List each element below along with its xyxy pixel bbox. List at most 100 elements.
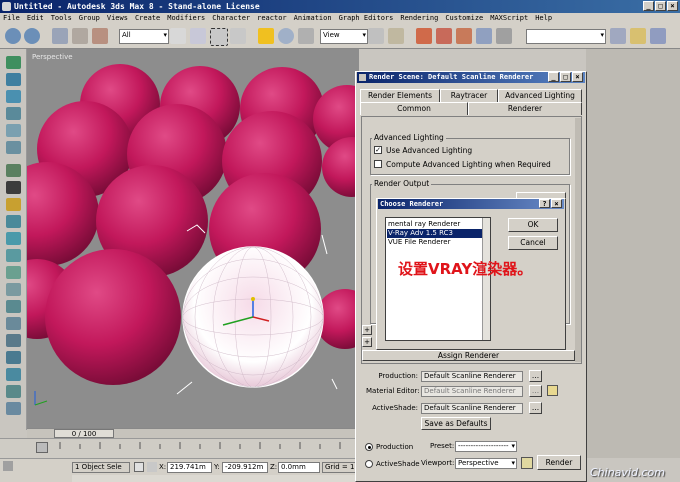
- expand-rollout-button[interactable]: +: [362, 337, 372, 347]
- track-bar[interactable]: [0, 438, 360, 458]
- select-and-move-icon[interactable]: [258, 28, 274, 44]
- modify-panel-icon[interactable]: [6, 73, 21, 86]
- perspective-viewport[interactable]: [27, 49, 359, 430]
- time-slider-thumb[interactable]: 0 / 100: [54, 429, 114, 438]
- menu-item-character[interactable]: Character: [212, 13, 250, 24]
- track-bar-icon[interactable]: [36, 442, 48, 453]
- reactor-fracture-icon[interactable]: [6, 368, 21, 381]
- geometry-icon[interactable]: [6, 164, 21, 177]
- time-slider[interactable]: 0 / 100: [27, 428, 359, 438]
- menu-item-create[interactable]: Create: [135, 13, 160, 24]
- cameras-icon[interactable]: [6, 215, 21, 228]
- menu-item-help[interactable]: Help: [535, 13, 552, 24]
- close-button[interactable]: ×: [667, 1, 678, 11]
- renderer-list-item[interactable]: V-Ray Adv 1.5 RC3: [387, 229, 488, 238]
- menu-item-file[interactable]: File: [3, 13, 20, 24]
- snaps-toggle-icon[interactable]: [416, 28, 432, 44]
- activeshade-radio[interactable]: [365, 460, 373, 468]
- menu-item-group[interactable]: Group: [79, 13, 100, 24]
- angle-snap-icon[interactable]: [436, 28, 452, 44]
- save-as-defaults-button[interactable]: Save as Defaults: [421, 417, 491, 430]
- minimize-button[interactable]: _: [643, 1, 654, 11]
- compute-advanced-lighting-checkbox[interactable]: [374, 160, 382, 168]
- absolute-mode-icon[interactable]: [147, 462, 157, 472]
- select-object-icon[interactable]: [170, 28, 186, 44]
- helpers-icon[interactable]: [6, 232, 21, 245]
- renderer-list-scrollbar[interactable]: [482, 218, 490, 340]
- rectangular-selection-icon[interactable]: [210, 28, 228, 46]
- renderer-list-item[interactable]: mental ray Renderer: [387, 220, 488, 229]
- use-advanced-lighting-checkbox[interactable]: ✓: [374, 146, 382, 154]
- select-and-manipulate-icon[interactable]: [388, 28, 404, 44]
- lock-icon[interactable]: [547, 385, 558, 396]
- production-radio[interactable]: [365, 443, 373, 451]
- menu-item-edit[interactable]: Edit: [27, 13, 44, 24]
- curve-editor-icon[interactable]: [610, 28, 626, 44]
- reactor-water-icon[interactable]: [6, 351, 21, 364]
- use-pivot-center-icon[interactable]: [368, 28, 384, 44]
- activeshade-browse-button[interactable]: ...: [529, 402, 542, 414]
- menu-item-modifiers[interactable]: Modifiers: [167, 13, 205, 24]
- motion-panel-icon[interactable]: [6, 107, 21, 120]
- menu-item-tools[interactable]: Tools: [51, 13, 72, 24]
- menu-item-maxscript[interactable]: MAXScript: [490, 13, 528, 24]
- viewport-label[interactable]: Perspective: [32, 53, 73, 61]
- viewport-dropdown[interactable]: Perspective ▾: [455, 458, 517, 469]
- reactor-rigid-icon[interactable]: [6, 300, 21, 313]
- material-editor-browse-button[interactable]: ...: [529, 385, 542, 397]
- lock-selection-icon[interactable]: [134, 462, 144, 472]
- reactor-icon[interactable]: [6, 283, 21, 296]
- dialog-minimize-button[interactable]: _: [548, 72, 559, 82]
- named-selection-dropdown[interactable]: [526, 29, 606, 44]
- window-crossing-icon[interactable]: [230, 28, 246, 44]
- select-by-name-icon[interactable]: [190, 28, 206, 44]
- z-coordinate-field[interactable]: 0.0mm: [278, 462, 320, 473]
- menu-item-animation[interactable]: Animation: [294, 13, 332, 24]
- create-panel-icon[interactable]: [6, 56, 21, 69]
- material-editor-icon[interactable]: [630, 28, 646, 44]
- tab-common[interactable]: Common: [360, 102, 468, 115]
- tab-renderer[interactable]: Renderer: [468, 102, 582, 115]
- redo-icon[interactable]: [24, 28, 40, 44]
- menu-item-graph-editors[interactable]: Graph Editors: [339, 13, 394, 24]
- menu-item-views[interactable]: Views: [107, 13, 128, 24]
- tab-raytracer[interactable]: Raytracer: [440, 89, 498, 102]
- renderer-list-item[interactable]: VUE File Renderer: [387, 238, 488, 247]
- tab-render-elements[interactable]: Render Elements: [360, 89, 440, 102]
- render-scene-icon[interactable]: [650, 28, 666, 44]
- shapes-icon[interactable]: [6, 181, 21, 194]
- hierarchy-panel-icon[interactable]: [6, 90, 21, 103]
- reactor-preview-icon[interactable]: [6, 402, 21, 415]
- x-coordinate-field[interactable]: 219.741m: [167, 462, 212, 473]
- dialog-close-button[interactable]: ×: [572, 72, 583, 82]
- maximize-button[interactable]: □: [655, 1, 666, 11]
- undo-icon[interactable]: [5, 28, 21, 44]
- select-and-scale-icon[interactable]: [298, 28, 314, 44]
- renderer-list[interactable]: mental ray Renderer V-Ray Adv 1.5 RC3 VU…: [385, 217, 491, 341]
- select-and-rotate-icon[interactable]: [278, 28, 294, 44]
- mirror-icon[interactable]: [476, 28, 492, 44]
- reactor-rope-icon[interactable]: [6, 334, 21, 347]
- utilities-panel-icon[interactable]: [6, 141, 21, 154]
- menu-item-customize[interactable]: Customize: [445, 13, 483, 24]
- ok-button[interactable]: OK: [508, 218, 558, 232]
- dialog-maximize-button[interactable]: □: [560, 72, 571, 82]
- bind-space-warp-icon[interactable]: [92, 28, 108, 44]
- viewport-lock-icon[interactable]: [521, 457, 533, 469]
- align-icon[interactable]: [496, 28, 512, 44]
- preset-dropdown[interactable]: -------------------- ▾: [455, 441, 517, 452]
- unlink-icon[interactable]: [72, 28, 88, 44]
- space-warps-icon[interactable]: [6, 249, 21, 262]
- lights-icon[interactable]: [6, 198, 21, 211]
- render-button[interactable]: Render: [537, 455, 581, 470]
- chooser-close-button[interactable]: ×: [551, 199, 562, 208]
- reactor-cloth-icon[interactable]: [6, 317, 21, 330]
- select-and-link-icon[interactable]: [52, 28, 68, 44]
- selection-filter-dropdown[interactable]: All: [119, 29, 169, 44]
- reactor-wind-icon[interactable]: [6, 385, 21, 398]
- maxscript-listener-icon[interactable]: [3, 461, 13, 471]
- tab-advanced-lighting[interactable]: Advanced Lighting: [498, 89, 582, 102]
- rollout-scrollbar[interactable]: [575, 118, 581, 362]
- menu-item-rendering[interactable]: Rendering: [400, 13, 438, 24]
- chooser-help-button[interactable]: ?: [539, 199, 550, 208]
